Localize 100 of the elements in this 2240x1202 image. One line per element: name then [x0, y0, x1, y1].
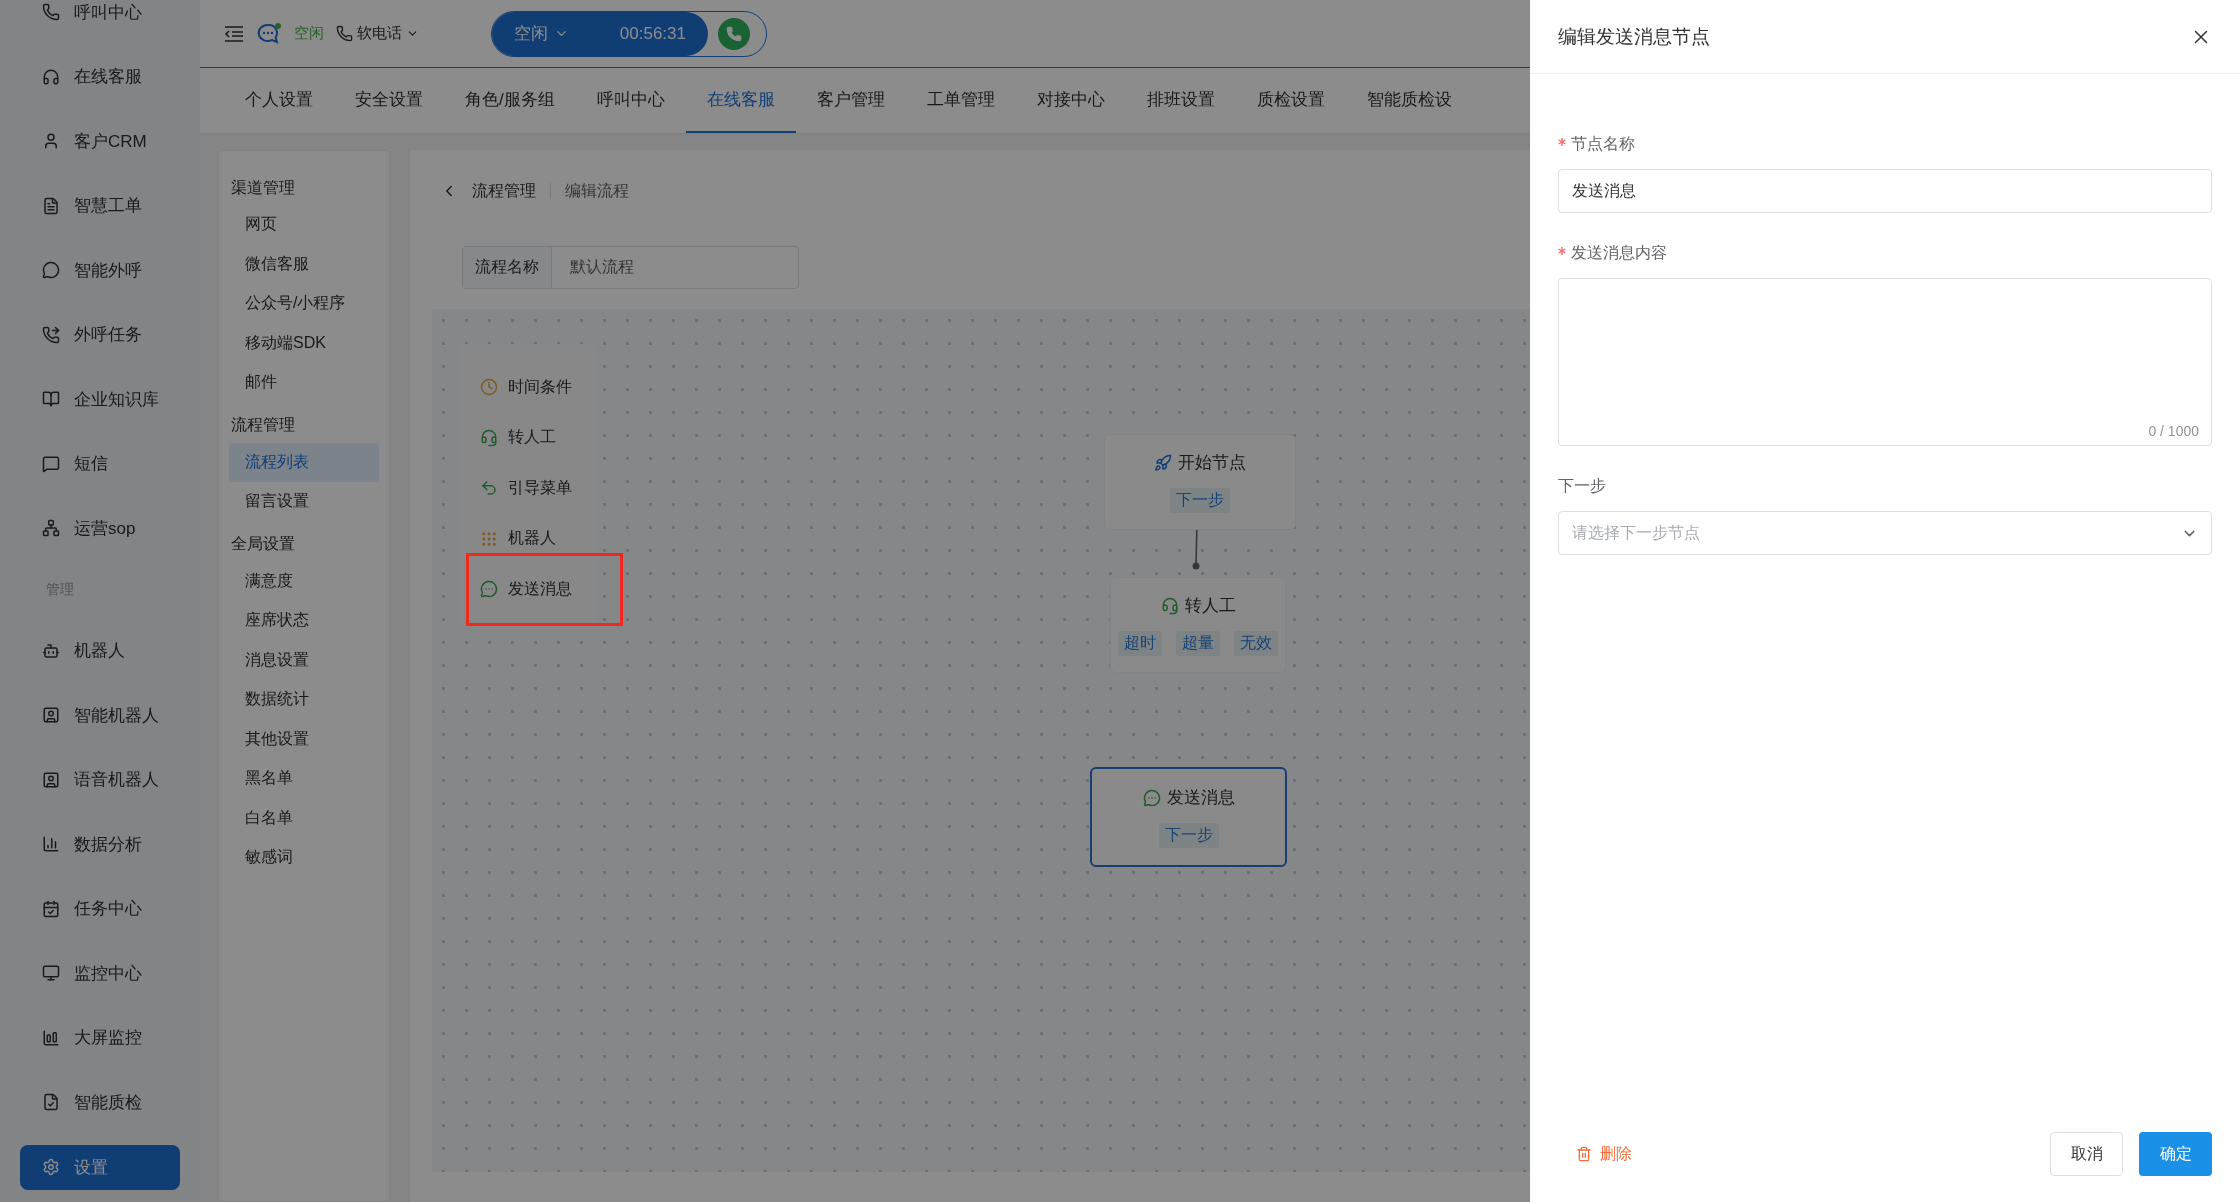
- palette-item[interactable]: 引导菜单: [480, 463, 596, 514]
- phone-mode-dropdown[interactable]: 软电话: [336, 24, 419, 43]
- nav-item[interactable]: 智能机器人: [20, 683, 180, 748]
- call-timer: 00:56:31: [619, 23, 686, 44]
- nav-item[interactable]: 任务中心: [20, 876, 180, 941]
- settings-tab[interactable]: 呼叫中心: [575, 68, 686, 133]
- monitor-icon: [42, 964, 60, 983]
- nav-item[interactable]: 企业知识库: [20, 367, 180, 432]
- chat-icon: [480, 580, 498, 599]
- settings-tab[interactable]: 智能质检设: [1345, 68, 1473, 133]
- nav-item-label: 企业知识库: [74, 388, 159, 411]
- palette-item[interactable]: 发送消息: [480, 564, 596, 615]
- chat-status-icon: [256, 21, 282, 46]
- palette-item-label: 机器人: [508, 528, 556, 549]
- robot-icon: [42, 641, 60, 660]
- flow-name-field[interactable]: 流程名称 默认流程: [462, 246, 799, 289]
- node-title: 发送消息: [1166, 787, 1235, 809]
- chat-icon: [1142, 788, 1161, 807]
- nav-item-label: 智慧工单: [74, 195, 142, 218]
- call-status-dropdown[interactable]: 空闲: [514, 22, 569, 45]
- palette-item-label: 发送消息: [508, 578, 572, 599]
- nav-item[interactable]: 智能外呼: [20, 238, 180, 303]
- nav-item[interactable]: 大屏监控: [20, 1005, 180, 1070]
- input-field[interactable]: 发送消息: [1558, 169, 2212, 213]
- phone-icon: [726, 25, 742, 42]
- node-port[interactable]: 下一步: [1158, 823, 1219, 848]
- field-label: 流程名称: [463, 247, 552, 288]
- palette-item[interactable]: 转人工: [480, 412, 596, 463]
- field-label: 下一步: [1558, 476, 1606, 496]
- nav-item[interactable]: 语音机器人: [20, 747, 180, 812]
- nav-item[interactable]: 监控中心: [20, 941, 180, 1006]
- settings-icon: [42, 1158, 60, 1176]
- settings-tab[interactable]: 客户管理: [795, 68, 906, 133]
- nav-item[interactable]: 呼叫中心: [20, 0, 180, 45]
- nav-item-label: 外呼任务: [74, 324, 142, 347]
- menu-item[interactable]: 其他设置: [229, 719, 379, 759]
- nav-item[interactable]: 数据分析: [20, 812, 180, 877]
- menu-item[interactable]: 白名单: [229, 798, 379, 838]
- bar-chart-icon: [42, 835, 60, 854]
- confirm-button[interactable]: 确定: [2139, 1132, 2212, 1176]
- document-icon: [42, 196, 60, 215]
- nav-item-label: 数据分析: [74, 833, 142, 856]
- menu-item[interactable]: 留言设置: [229, 482, 379, 522]
- menu-item[interactable]: 网页: [229, 205, 379, 245]
- menu-item[interactable]: 满意度: [229, 561, 379, 601]
- nav-item-label: 设置: [74, 1156, 108, 1179]
- nav-item[interactable]: 设置: [20, 1144, 180, 1190]
- node-port[interactable]: 下一步: [1170, 488, 1230, 513]
- book-icon: [42, 390, 60, 409]
- menu-item[interactable]: 邮件: [229, 363, 379, 403]
- flow-node[interactable]: 开始节点 下一步: [1104, 434, 1296, 530]
- menu-group-title: 全局设置: [230, 534, 296, 554]
- nav-item[interactable]: 外呼任务: [20, 302, 180, 367]
- nav-item-label: 机器人: [74, 640, 125, 663]
- settings-tab[interactable]: 质检设置: [1235, 68, 1346, 133]
- nav-item-label: 客户CRM: [74, 130, 147, 153]
- settings-tab[interactable]: 在线客服: [685, 68, 796, 133]
- drawer-title: 编辑发送消息节点: [1558, 24, 1710, 49]
- menu-item[interactable]: 黑名单: [229, 759, 379, 799]
- node-title: 开始节点: [1178, 452, 1246, 474]
- nav-item[interactable]: 运营sop: [20, 496, 180, 561]
- menu-item[interactable]: 移动端SDK: [229, 323, 379, 363]
- settings-tab[interactable]: 对接中心: [1015, 68, 1126, 133]
- node-port[interactable]: 超量: [1176, 631, 1220, 656]
- nav-item[interactable]: 机器人: [20, 618, 180, 683]
- palette-item[interactable]: 时间条件: [480, 362, 596, 413]
- char-counter: 0 / 1000: [2148, 423, 2199, 439]
- phone-arrow-icon: [42, 325, 60, 344]
- palette-item[interactable]: 机器人: [480, 513, 596, 564]
- node-port[interactable]: 无效: [1234, 631, 1278, 656]
- menu-item[interactable]: 座席状态: [229, 601, 379, 641]
- dots-grid-icon: [480, 529, 498, 548]
- delete-button[interactable]: 删除: [1576, 1143, 1632, 1165]
- trash-icon: [1576, 1146, 1592, 1162]
- menu-item[interactable]: 公众号/小程序: [229, 284, 379, 324]
- flow-node[interactable]: 发送消息 下一步: [1090, 767, 1287, 867]
- settings-tab[interactable]: 个人设置: [224, 68, 334, 133]
- flow-node[interactable]: 转人工 超时 超量 无效: [1110, 577, 1286, 673]
- menu-item[interactable]: 流程列表: [229, 442, 379, 482]
- breadcrumb-item[interactable]: 流程管理: [472, 180, 536, 202]
- settings-tab[interactable]: 角色/服务组: [444, 68, 576, 133]
- menu-icon[interactable]: [224, 25, 244, 42]
- nav-item[interactable]: 智能质检: [20, 1070, 180, 1135]
- nav-item[interactable]: 在线客服: [20, 44, 180, 109]
- node-title: 转人工: [1184, 595, 1236, 617]
- nav-item[interactable]: 智慧工单: [20, 173, 180, 238]
- agent-status: 空闲: [294, 24, 324, 43]
- chat-icon: [42, 261, 60, 280]
- nav-item[interactable]: 短信: [20, 431, 180, 496]
- settings-tab[interactable]: 工单管理: [905, 68, 1016, 133]
- cancel-button[interactable]: 取消: [2050, 1132, 2123, 1176]
- menu-item[interactable]: 敏感词: [229, 838, 379, 878]
- node-port[interactable]: 超时: [1118, 631, 1162, 656]
- nav-item[interactable]: 客户CRM: [20, 109, 180, 174]
- menu-item[interactable]: 数据统计: [229, 680, 379, 720]
- menu-item[interactable]: 微信客服: [229, 244, 379, 284]
- textarea-field[interactable]: 0 / 1000: [1558, 278, 2212, 446]
- menu-item[interactable]: 消息设置: [229, 640, 379, 680]
- settings-tab[interactable]: 排班设置: [1125, 68, 1236, 133]
- settings-tab[interactable]: 安全设置: [334, 68, 444, 133]
